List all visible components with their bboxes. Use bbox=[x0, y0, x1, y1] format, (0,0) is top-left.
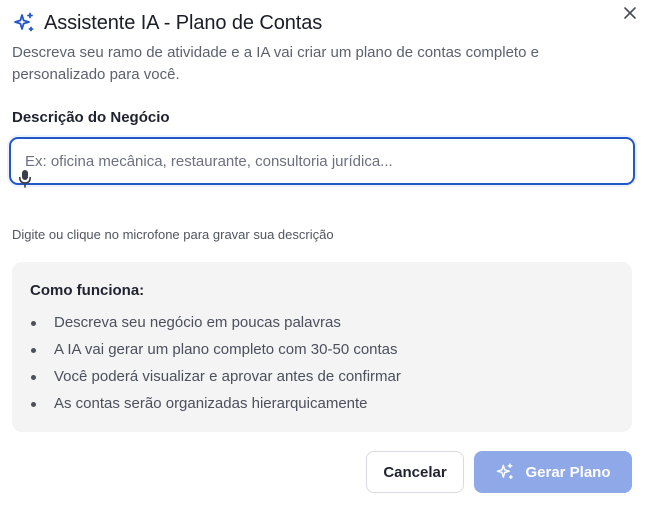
ai-assistant-dialog: Assistente IA - Plano de Contas Descreva… bbox=[0, 0, 652, 510]
list-item: Você poderá visualizar e aprovar antes d… bbox=[30, 366, 401, 393]
cancel-button[interactable]: Cancelar bbox=[366, 451, 464, 493]
sparkles-icon bbox=[12, 11, 36, 35]
microphone-button[interactable] bbox=[18, 169, 32, 189]
dialog-description: Descreva seu ramo de atividade e a IA va… bbox=[12, 44, 539, 83]
dialog-header: Assistente IA - Plano de Contas bbox=[12, 11, 322, 35]
bullet-icon bbox=[31, 375, 36, 380]
close-icon bbox=[624, 7, 636, 19]
business-description-field[interactable] bbox=[9, 137, 635, 185]
how-it-works-box: Como funciona: Descreva seu negócio em p… bbox=[12, 262, 632, 432]
list-item: Descreva seu negócio em poucas palavras bbox=[30, 312, 401, 339]
how-it-works-list: Descreva seu negócio em poucas palavras … bbox=[30, 312, 401, 420]
list-item-text: As contas serão organizadas hierarquicam… bbox=[54, 395, 368, 412]
generate-plan-label: Gerar Plano bbox=[525, 463, 611, 481]
bullet-icon bbox=[31, 402, 36, 407]
generate-plan-button[interactable]: Gerar Plano bbox=[474, 451, 632, 493]
how-it-works-title: Como funciona: bbox=[30, 282, 145, 299]
microphone-icon bbox=[19, 170, 31, 188]
list-item: As contas serão organizadas hierarquicam… bbox=[30, 393, 401, 420]
list-item-text: A IA vai gerar um plano completo com 30-… bbox=[54, 341, 398, 358]
close-button[interactable] bbox=[622, 5, 638, 21]
business-description-label: Descrição do Negócio bbox=[12, 109, 170, 126]
dialog-title: Assistente IA - Plano de Contas bbox=[44, 11, 323, 34]
input-hint: Digite ou clique no microfone para grava… bbox=[12, 227, 334, 242]
bullet-icon bbox=[31, 321, 36, 326]
list-item: A IA vai gerar um plano completo com 30-… bbox=[30, 339, 401, 366]
bullet-icon bbox=[31, 348, 36, 353]
list-item-text: Você poderá visualizar e aprovar antes d… bbox=[54, 368, 401, 385]
business-description-input[interactable] bbox=[25, 149, 615, 173]
sparkles-icon bbox=[495, 462, 515, 482]
list-item-text: Descreva seu negócio em poucas palavras bbox=[54, 314, 341, 331]
